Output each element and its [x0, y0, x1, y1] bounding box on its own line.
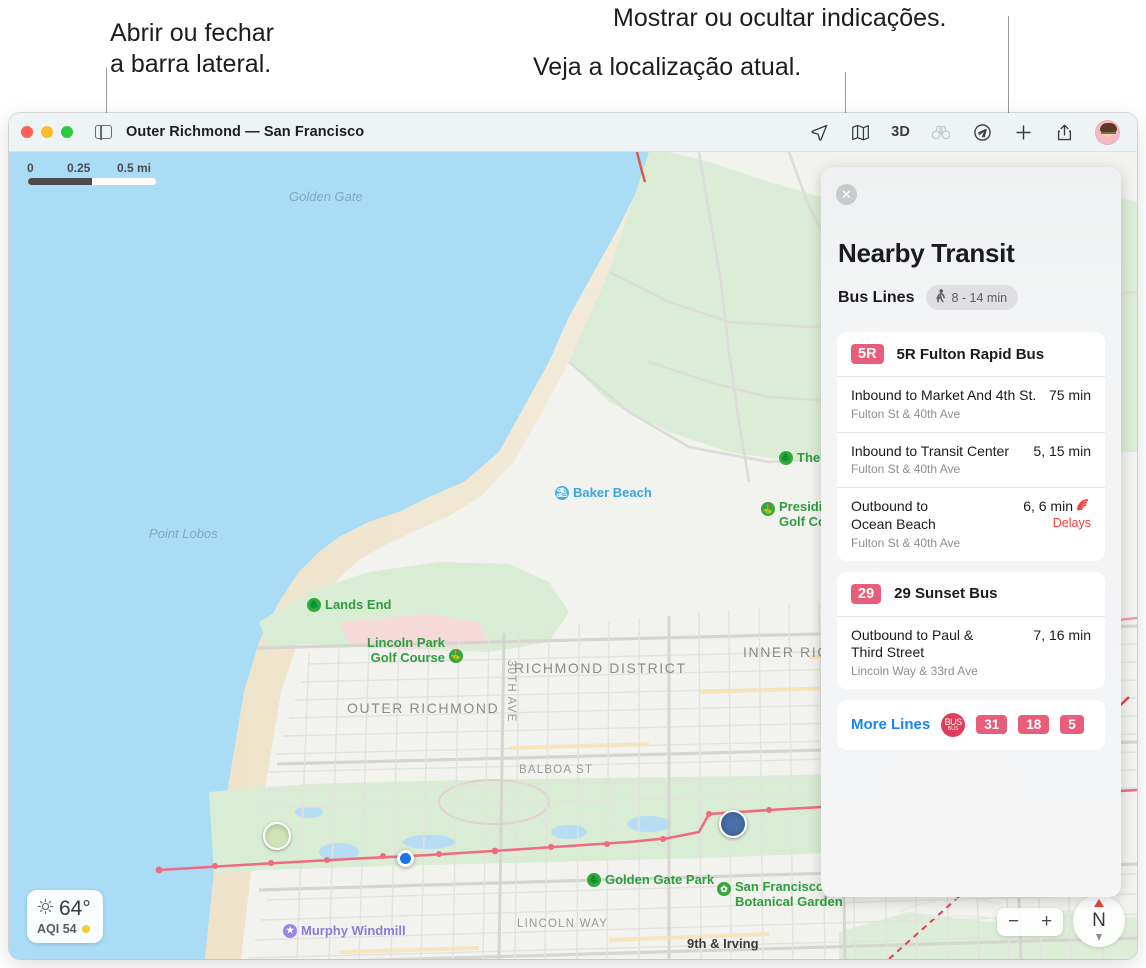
panel-title: Nearby Transit [838, 238, 1015, 268]
window-titlebar: Outer Richmond — San Francisco 3D [9, 113, 1137, 152]
departure-stop: Fulton St & 40th Ave [851, 406, 961, 421]
weather-widget[interactable]: 64° AQI 54 [27, 890, 103, 943]
scale-tick-mid: 0.25 [67, 161, 91, 175]
departure-row[interactable]: Inbound to Market And 4th St. Fulton St … [837, 376, 1105, 432]
compass-south-needle [1096, 934, 1102, 941]
map-icon[interactable] [850, 122, 870, 142]
departure-destination: Outbound to Ocean Beach [851, 498, 936, 532]
scale-tick-max: 0.5 mi [117, 161, 152, 175]
map-view[interactable]: 0 0.25 0.5 mi Golden Gate Point Lobos ⛱ … [9, 152, 1137, 959]
callout-sidebar-text: Abrir ou fechar a barra lateral. [110, 19, 274, 78]
departure-time: 6, 6 min [1023, 498, 1073, 515]
departure-destination: Inbound to Market And 4th St. [851, 387, 1037, 403]
bus-icon[interactable]: BUS BUS [941, 712, 966, 737]
add-button[interactable] [1013, 122, 1033, 142]
bus-icon-bottom: BUS [947, 725, 959, 732]
departure-stop: Fulton St & 40th Ave [851, 535, 961, 550]
close-icon[interactable]: ✕ [836, 184, 857, 205]
more-lines-card[interactable]: More Lines BUS BUS 31 18 5 [837, 699, 1105, 750]
close-window-button[interactable] [21, 126, 33, 138]
zoom-window-button[interactable] [61, 126, 73, 138]
departure-row[interactable]: Outbound to Paul & Third Street Lincoln … [837, 615, 1105, 689]
walking-time-badge: 8 - 14 min [926, 285, 1019, 310]
callout-directions-text: Mostrar ou ocultar indicações. [613, 4, 947, 32]
more-lines-label[interactable]: More Lines [851, 716, 930, 733]
sidebar-toggle-icon[interactable] [95, 124, 112, 140]
minimize-window-button[interactable] [41, 126, 53, 138]
departure-row[interactable]: Inbound to Transit Center Fulton St & 40… [837, 431, 1105, 488]
callout-location-leader [845, 72, 846, 116]
window-controls [21, 126, 73, 138]
bus-lines-label: Bus Lines [838, 288, 915, 306]
route-badge: 5R [851, 344, 884, 364]
weather-temperature: 64° [59, 897, 91, 920]
maps-window: Outer Richmond — San Francisco 3D 0 0.25… [9, 113, 1137, 959]
three-d-toggle-button[interactable]: 3D [891, 122, 910, 142]
walking-icon [935, 289, 946, 306]
scale-tick-0: 0 [27, 161, 34, 175]
departure-row[interactable]: Outbound to Ocean Beach Fulton St & 40th… [837, 487, 1105, 560]
location-arrow-icon[interactable] [809, 122, 829, 142]
zoom-controls: − + [997, 908, 1063, 936]
callout-sidebar-leader [106, 68, 107, 114]
windmill-photo-marker[interactable] [263, 822, 291, 850]
departure-stop: Lincoln Way & 33rd Ave [851, 663, 978, 678]
aqi-status-dot [81, 925, 90, 933]
tower-photo-marker[interactable] [719, 810, 747, 838]
map-scale-bar: 0 0.25 0.5 mi [27, 161, 157, 186]
more-line-badge[interactable]: 18 [1018, 715, 1050, 735]
nearby-transit-panel: ✕ Nearby Transit Bus Lines 8 - 14 min 5R… [821, 167, 1121, 897]
compass-north-label: N [1092, 910, 1106, 931]
compass-north-needle [1094, 899, 1104, 907]
sun-icon [37, 897, 54, 921]
departure-time: 75 min [1048, 387, 1091, 403]
line-name: 29 Sunset Bus [894, 585, 998, 602]
zoom-in-button[interactable]: + [1030, 908, 1063, 936]
line-header[interactable]: 5R 5R Fulton Rapid Bus [837, 332, 1105, 376]
transit-lines-list[interactable]: 5R 5R Fulton Rapid Bus Inbound to Market… [837, 332, 1105, 897]
live-signal-icon [1077, 498, 1091, 514]
callout-directions-leader [1008, 16, 1009, 116]
zoom-out-button[interactable]: − [997, 908, 1030, 936]
more-line-badge[interactable]: 31 [976, 715, 1008, 735]
transit-line-card[interactable]: 5R 5R Fulton Rapid Bus Inbound to Market… [837, 332, 1105, 561]
more-line-badge[interactable]: 5 [1060, 715, 1084, 735]
aqi-value: AQI 54 [37, 922, 77, 936]
user-avatar[interactable] [1095, 119, 1120, 145]
transit-line-card[interactable]: 29 29 Sunset Bus Outbound to Paul & Thir… [837, 571, 1105, 689]
toolbar: 3D [809, 119, 1120, 145]
binoculars-icon[interactable] [931, 122, 951, 142]
walking-time-text: 8 - 14 min [951, 290, 1008, 305]
compass-control[interactable]: N [1073, 895, 1125, 947]
share-icon[interactable] [1054, 122, 1074, 142]
delay-status: Delays [1052, 516, 1091, 531]
route-badge: 29 [851, 583, 882, 604]
departure-time: 7, 16 min [1033, 626, 1091, 643]
directions-compass-icon[interactable] [972, 122, 992, 142]
callout-location-text: Veja a localização atual. [533, 53, 802, 81]
user-location-dot [397, 850, 414, 867]
departure-time: 5, 15 min [1033, 442, 1091, 459]
departure-destination: Outbound to Paul & Third Street [851, 626, 974, 661]
departure-destination: Inbound to Transit Center [851, 442, 1009, 459]
window-title: Outer Richmond — San Francisco [126, 124, 365, 140]
panel-subheader: Bus Lines 8 - 14 min [838, 285, 1019, 310]
line-name: 5R Fulton Rapid Bus [896, 345, 1045, 363]
departure-stop: Fulton St & 40th Ave [851, 462, 961, 477]
line-header[interactable]: 29 29 Sunset Bus [837, 572, 1105, 616]
